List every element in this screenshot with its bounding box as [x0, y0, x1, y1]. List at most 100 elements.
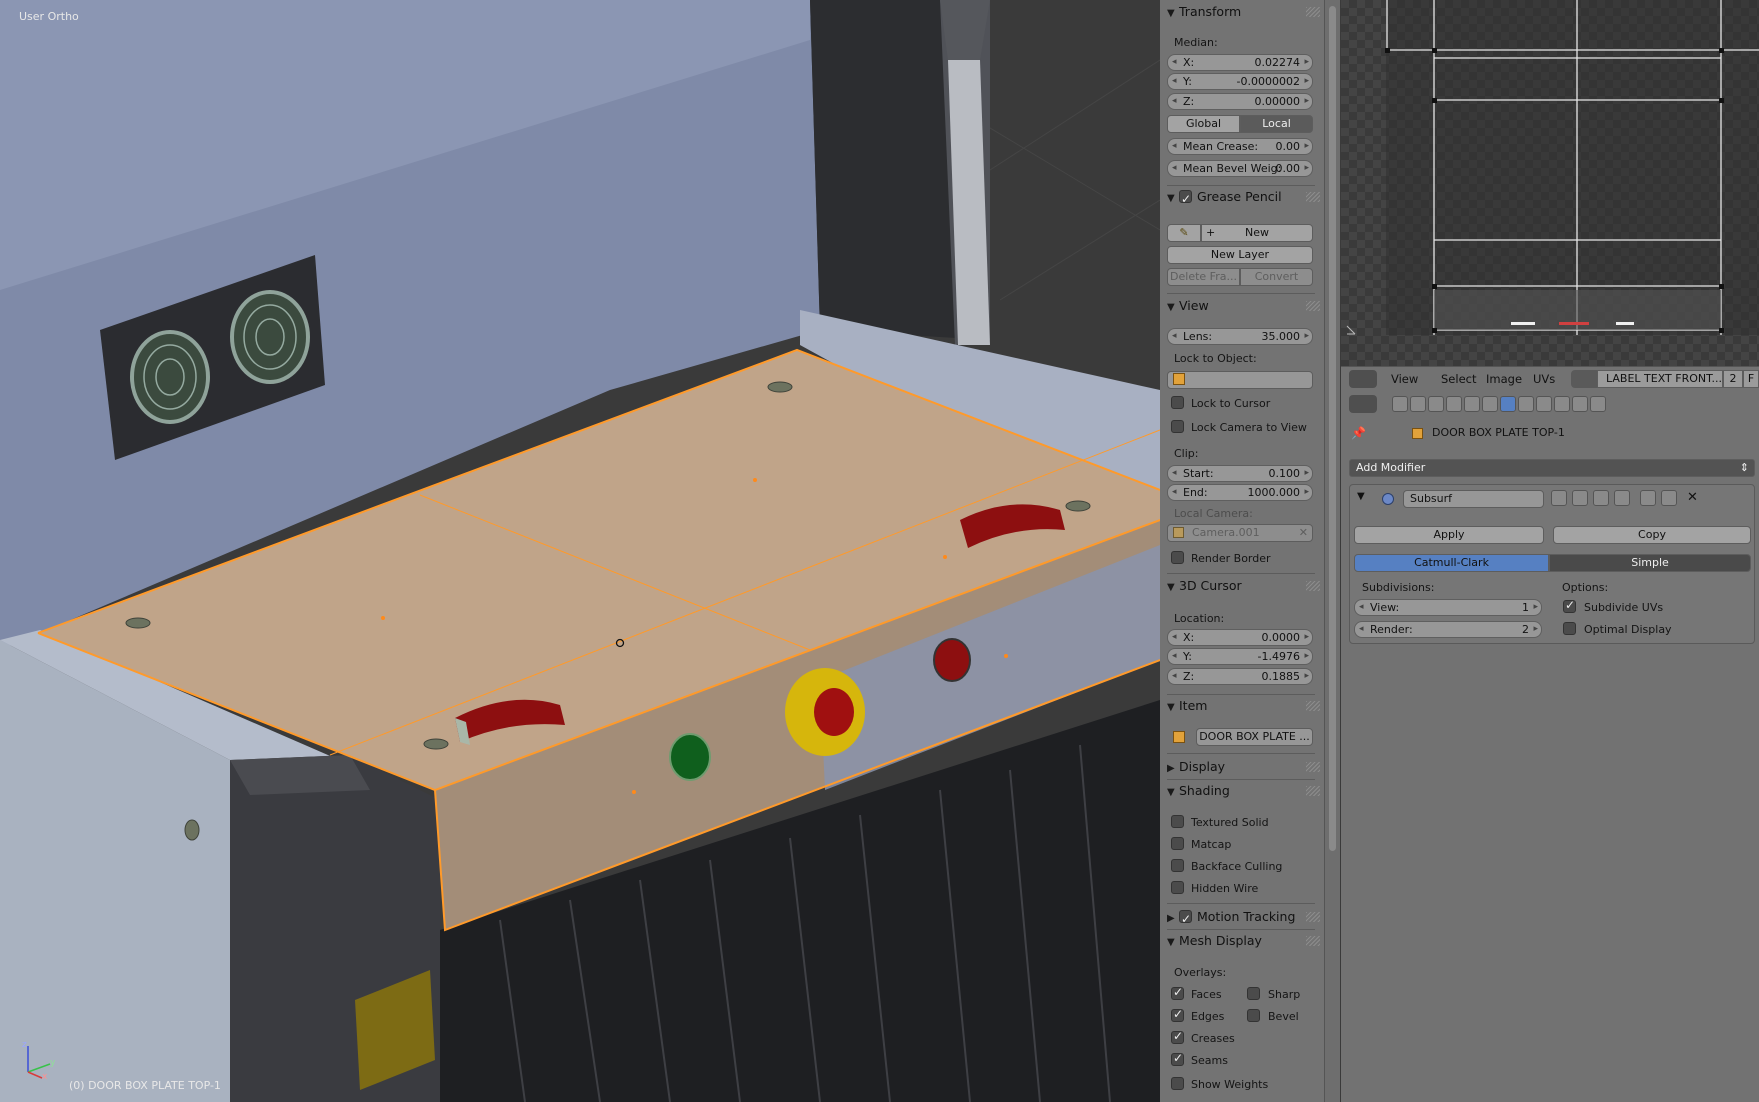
image-browse-icon[interactable] — [1571, 370, 1597, 388]
scene-tab-icon[interactable] — [1428, 396, 1444, 412]
cursor-x-field[interactable]: X: 0.0000 — [1167, 629, 1313, 646]
global-toggle[interactable]: Global — [1167, 115, 1240, 133]
viewport-toggle-icon[interactable] — [1572, 490, 1588, 506]
apply-button[interactable]: Apply — [1354, 526, 1544, 544]
grease-pencil-enable-checkbox[interactable] — [1179, 188, 1192, 210]
panel-header-item[interactable]: ▼ Item — [1167, 695, 1322, 717]
panel-header-shading[interactable]: ▼ Shading — [1167, 780, 1322, 802]
local-toggle[interactable]: Local — [1240, 115, 1313, 133]
render-layers-tab-icon[interactable] — [1410, 396, 1426, 412]
add-modifier-dropdown[interactable]: Add Modifier ⇕ — [1349, 459, 1755, 477]
editor-type-icon[interactable] — [1349, 395, 1377, 413]
new-grease-pencil-button[interactable]: + New — [1201, 224, 1313, 242]
clip-end-field[interactable]: End: 1000.000 — [1167, 484, 1313, 501]
cursor-y-field[interactable]: Y: -1.4976 — [1167, 648, 1313, 665]
catmull-clark-toggle[interactable]: Catmull-Clark — [1354, 554, 1549, 572]
menu-select[interactable]: Select — [1441, 372, 1476, 386]
pin-icon[interactable]: 📌 — [1351, 426, 1366, 440]
panel-header-motion-tracking[interactable]: ▶ Motion Tracking — [1167, 906, 1322, 930]
subdivisions-view-field[interactable]: View: 1 — [1354, 599, 1542, 616]
median-y-field[interactable]: Y: -0.0000002 — [1167, 73, 1313, 90]
copy-button[interactable]: Copy — [1553, 526, 1751, 544]
backface-culling-checkbox[interactable] — [1171, 859, 1184, 872]
editor-type-icon[interactable] — [1349, 370, 1377, 388]
object-tab-icon[interactable] — [1464, 396, 1480, 412]
3d-viewport[interactable]: User Ortho (0) DOOR BOX PLATE TOP-1 z y … — [0, 0, 1160, 1102]
image-users-count[interactable]: 2 — [1723, 370, 1743, 388]
motion-tracking-checkbox[interactable] — [1179, 908, 1192, 930]
textured-solid-checkbox[interactable] — [1171, 815, 1184, 828]
grip-icon[interactable] — [1306, 762, 1320, 772]
local-camera-field[interactable]: Camera.001 ✕ — [1167, 524, 1313, 542]
panel-header-transform[interactable]: ▼ Transform — [1167, 1, 1322, 23]
clear-icon[interactable]: ✕ — [1299, 525, 1308, 541]
world-tab-icon[interactable] — [1446, 396, 1462, 412]
creases-checkbox[interactable] — [1171, 1029, 1184, 1044]
data-tab-icon[interactable] — [1518, 396, 1534, 412]
fake-user-button[interactable]: F — [1743, 370, 1759, 388]
grip-icon[interactable] — [1306, 912, 1320, 922]
faces-checkbox[interactable] — [1171, 985, 1184, 1000]
delete-frame-button[interactable]: Delete Fra... — [1167, 268, 1240, 286]
shelf-scrollbar[interactable] — [1325, 0, 1340, 1102]
grip-icon[interactable] — [1306, 701, 1320, 711]
cursor-z-field[interactable]: Z: 0.1885 — [1167, 668, 1313, 685]
grip-icon[interactable] — [1306, 7, 1320, 17]
panel-header-view[interactable]: ▼ View — [1167, 295, 1322, 317]
grip-icon[interactable] — [1306, 192, 1320, 202]
menu-uvs[interactable]: UVs — [1533, 372, 1555, 386]
cage-toggle-icon[interactable] — [1614, 490, 1630, 506]
panel-header-display[interactable]: ▶ Display — [1167, 756, 1322, 778]
lock-to-cursor-checkbox[interactable] — [1171, 396, 1184, 409]
sharp-checkbox[interactable] — [1247, 987, 1260, 1000]
move-down-icon[interactable] — [1661, 490, 1677, 506]
object-name-field[interactable]: DOOR BOX PLATE ... — [1196, 728, 1313, 746]
optimal-display-checkbox[interactable] — [1563, 622, 1576, 635]
grip-icon[interactable] — [1306, 936, 1320, 946]
menu-view[interactable]: View — [1391, 372, 1418, 386]
panel-header-3d-cursor[interactable]: ▼ 3D Cursor — [1167, 575, 1322, 597]
new-layer-button[interactable]: New Layer — [1167, 246, 1313, 264]
grip-icon[interactable] — [1306, 581, 1320, 591]
median-x-field[interactable]: X: 0.02274 — [1167, 54, 1313, 71]
grip-icon[interactable] — [1306, 301, 1320, 311]
lock-camera-checkbox[interactable] — [1171, 420, 1184, 433]
render-toggle-icon[interactable] — [1551, 490, 1567, 506]
bevel-checkbox[interactable] — [1247, 1009, 1260, 1022]
pencil-data-selector[interactable]: ✎ — [1167, 224, 1201, 242]
lock-object-field[interactable] — [1167, 371, 1313, 389]
grip-icon[interactable] — [1306, 786, 1320, 796]
mean-crease-field[interactable]: Mean Crease: 0.00 — [1167, 138, 1313, 155]
image-name-field[interactable]: LABEL TEXT FRONT... — [1597, 370, 1723, 388]
render-border-checkbox[interactable] — [1171, 551, 1184, 564]
material-tab-icon[interactable] — [1536, 396, 1552, 412]
lens-field[interactable]: Lens: 35.000 — [1167, 328, 1313, 345]
menu-image[interactable]: Image — [1486, 372, 1522, 386]
matcap-checkbox[interactable] — [1171, 837, 1184, 850]
physics-tab-icon[interactable] — [1590, 396, 1606, 412]
shelf-scrollbar-thumb[interactable] — [1329, 6, 1336, 851]
uv-image-editor[interactable] — [1341, 0, 1759, 366]
simple-toggle[interactable]: Simple — [1549, 554, 1751, 572]
show-weights-checkbox[interactable] — [1171, 1077, 1184, 1090]
median-z-field[interactable]: Z: 0.00000 — [1167, 93, 1313, 110]
move-up-icon[interactable] — [1640, 490, 1656, 506]
subdivisions-render-field[interactable]: Render: 2 — [1354, 621, 1542, 638]
editmode-toggle-icon[interactable] — [1593, 490, 1609, 506]
panel-header-grease-pencil[interactable]: ▼ Grease Pencil — [1167, 186, 1322, 210]
subdivide-uvs-checkbox[interactable] — [1563, 598, 1576, 613]
remove-modifier-icon[interactable]: ✕ — [1687, 490, 1698, 505]
modifier-name-field[interactable]: Subsurf — [1403, 490, 1544, 508]
convert-button[interactable]: Convert — [1240, 268, 1313, 286]
hidden-wire-checkbox[interactable] — [1171, 881, 1184, 894]
panel-header-mesh-display[interactable]: ▼ Mesh Display — [1167, 930, 1322, 952]
edges-checkbox[interactable] — [1171, 1007, 1184, 1022]
seams-checkbox[interactable] — [1171, 1051, 1184, 1066]
modifiers-tab-icon[interactable] — [1500, 396, 1516, 412]
particles-tab-icon[interactable] — [1572, 396, 1588, 412]
clip-start-field[interactable]: Start: 0.100 — [1167, 465, 1313, 482]
texture-tab-icon[interactable] — [1554, 396, 1570, 412]
collapse-arrow-icon[interactable]: ▼ — [1357, 491, 1365, 502]
constraints-tab-icon[interactable] — [1482, 396, 1498, 412]
render-tab-icon[interactable] — [1392, 396, 1408, 412]
